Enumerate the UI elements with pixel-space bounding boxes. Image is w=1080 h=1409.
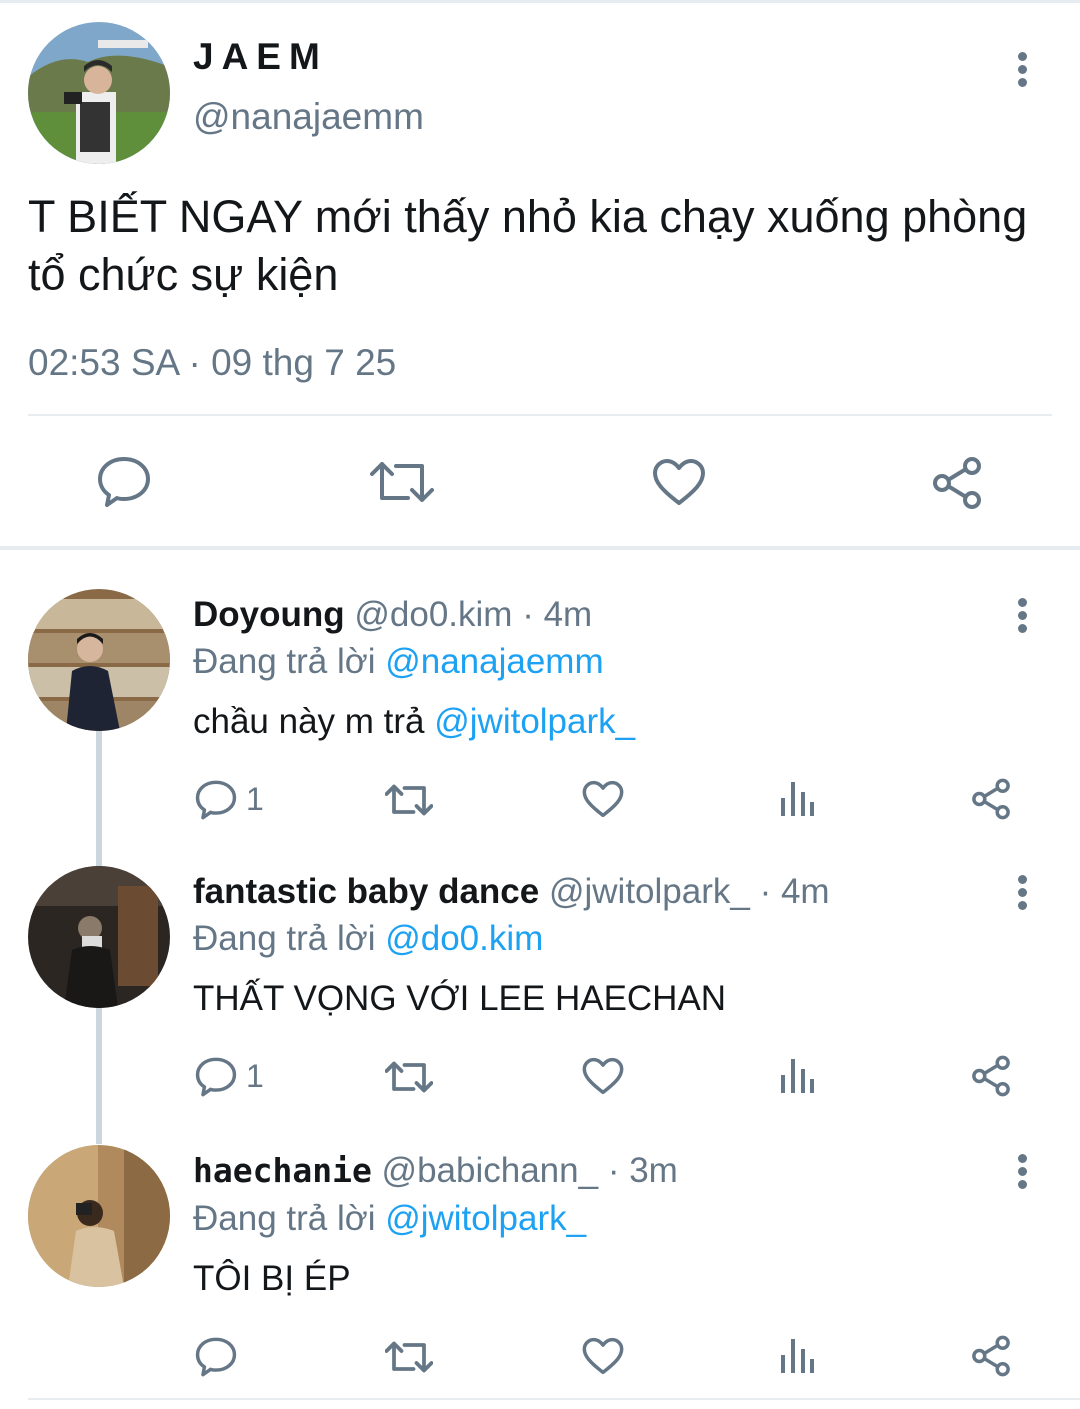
reply-count: 1 bbox=[246, 1058, 264, 1094]
like-icon[interactable] bbox=[582, 1057, 624, 1095]
replying-mention[interactable]: @jwitolpark_ bbox=[385, 1199, 586, 1238]
reply-text: THẤT VỌNG VỚI LEE HAECHAN bbox=[193, 979, 726, 1019]
reply-handle[interactable]: @do0.kim bbox=[354, 595, 512, 634]
bottom-divider bbox=[28, 1398, 1080, 1400]
top-divider bbox=[0, 0, 1080, 3]
more-options-icon[interactable] bbox=[1015, 875, 1029, 915]
avatar[interactable] bbox=[28, 866, 170, 1008]
reply-text: chầu này m trả @jwitolpark_ bbox=[193, 702, 635, 742]
reply-text-body: chầu này m trả bbox=[193, 702, 425, 741]
reply-header: haechanie @babichann_ · 3m bbox=[193, 1151, 678, 1191]
replying-label: Đang trả lời bbox=[193, 1199, 376, 1238]
avatar[interactable] bbox=[28, 1145, 170, 1287]
reply-text-body: THẤT VỌNG VỚI LEE HAECHAN bbox=[193, 979, 727, 1018]
tweet-text: T BIẾT NGAY mới thấy nhỏ kia chạy xuống … bbox=[28, 191, 1028, 300]
like-icon[interactable] bbox=[582, 1337, 624, 1375]
more-options-icon[interactable] bbox=[1015, 52, 1029, 92]
reply-count: 1 bbox=[246, 781, 264, 817]
reply-text-mention[interactable]: @jwitolpark_ bbox=[434, 702, 635, 741]
retweet-icon[interactable] bbox=[385, 782, 433, 818]
reply-icon[interactable] bbox=[195, 780, 237, 820]
share-icon[interactable] bbox=[970, 1055, 1012, 1097]
replying-label: Đang trả lời bbox=[193, 919, 376, 958]
replying-to: Đang trả lời @do0.kim bbox=[193, 919, 543, 959]
reply-icon[interactable] bbox=[195, 1337, 237, 1377]
replying-mention[interactable]: @do0.kim bbox=[385, 919, 543, 958]
reply-time: · 3m bbox=[607, 1151, 678, 1190]
retweet-icon[interactable] bbox=[385, 1339, 433, 1375]
reply-icon[interactable] bbox=[195, 1057, 237, 1097]
thread-connector bbox=[96, 730, 102, 866]
share-icon[interactable] bbox=[970, 1335, 1012, 1377]
thread-connector bbox=[96, 1008, 102, 1144]
share-icon[interactable] bbox=[930, 456, 984, 510]
reply-time: · 4m bbox=[522, 595, 593, 634]
reply-display-name[interactable]: fantastic baby dance bbox=[193, 872, 539, 911]
retweet-icon[interactable] bbox=[370, 458, 434, 506]
reply-handle[interactable]: @babichann_ bbox=[382, 1151, 599, 1190]
reply-handle[interactable]: @jwitolpark_ bbox=[549, 872, 750, 911]
like-icon[interactable] bbox=[582, 780, 624, 818]
reply-display-name[interactable]: haechanie bbox=[193, 1151, 372, 1190]
tweet-timestamp[interactable]: 02:53 SA · 09 thg 7 25 bbox=[28, 342, 396, 384]
analytics-icon[interactable] bbox=[779, 1337, 815, 1375]
author-handle[interactable]: @nanajaemm bbox=[193, 96, 424, 138]
reply-text: TÔI BỊ ÉP bbox=[193, 1259, 351, 1299]
avatar[interactable] bbox=[28, 22, 170, 164]
analytics-icon[interactable] bbox=[779, 1057, 815, 1095]
more-options-icon[interactable] bbox=[1015, 1154, 1029, 1194]
reply-display-name[interactable]: Doyoung bbox=[193, 595, 345, 634]
reply-time: · 4m bbox=[759, 872, 830, 911]
author-display-name[interactable]: JAEM bbox=[193, 36, 328, 78]
divider bbox=[28, 414, 1052, 416]
retweet-icon[interactable] bbox=[385, 1059, 433, 1095]
reply-header: Doyoung @do0.kim · 4m bbox=[193, 595, 592, 635]
replying-mention[interactable]: @nanajaemm bbox=[385, 642, 603, 681]
analytics-icon[interactable] bbox=[779, 780, 815, 818]
more-options-icon[interactable] bbox=[1015, 598, 1029, 638]
avatar[interactable] bbox=[28, 589, 170, 731]
reply-text-body: TÔI BỊ ÉP bbox=[193, 1259, 351, 1298]
replying-to: Đang trả lời @jwitolpark_ bbox=[193, 1199, 586, 1239]
reply-header: fantastic baby dance @jwitolpark_ · 4m bbox=[193, 872, 830, 912]
replying-label: Đang trả lời bbox=[193, 642, 376, 681]
share-icon[interactable] bbox=[970, 778, 1012, 820]
reply-icon[interactable] bbox=[97, 456, 151, 508]
like-icon[interactable] bbox=[652, 458, 706, 506]
replying-to: Đang trả lời @nanajaemm bbox=[193, 642, 604, 682]
section-divider bbox=[0, 546, 1080, 550]
